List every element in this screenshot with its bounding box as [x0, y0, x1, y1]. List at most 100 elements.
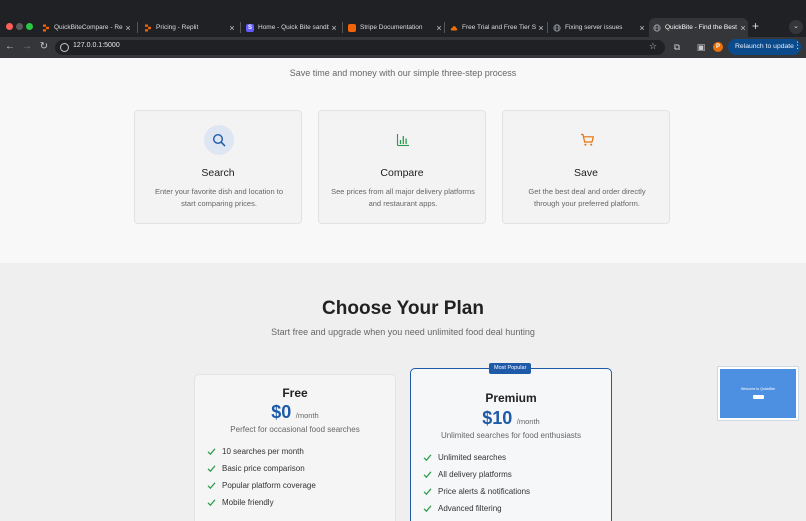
browser-toolbar: ← → ↻ 127.0.0.1:5000 ☆ ⧉ ▣: [0, 37, 806, 58]
thumbnail-content: Welcome to QuickBite: [720, 369, 796, 418]
extensions-icon[interactable]: ⧉: [671, 41, 683, 53]
tab-separator: [547, 22, 548, 33]
screen-preview-thumbnail[interactable]: Welcome to QuickBite: [717, 366, 799, 421]
cast-icon[interactable]: ▣: [695, 41, 707, 53]
tab-separator: [240, 22, 241, 33]
close-tab-icon[interactable]: ×: [738, 23, 748, 33]
close-tab-icon[interactable]: ×: [434, 23, 444, 33]
feature-label: Unlimited searches: [438, 453, 507, 462]
tab-separator: [444, 22, 445, 33]
relaunch-button[interactable]: Relaunch to update: [728, 39, 801, 55]
tab-title: Home - Quick Bite sandb: [258, 24, 329, 31]
close-tab-icon[interactable]: ×: [123, 23, 133, 33]
step-title: Search: [201, 167, 235, 179]
tab-title: QuickBiteCompare - Repli: [54, 24, 123, 31]
browser-tab[interactable]: Fixing server issues ×: [549, 18, 647, 37]
step-card-save: Save Get the best deal and order directl…: [502, 110, 670, 224]
close-tab-icon[interactable]: ×: [536, 23, 546, 33]
checkmark-icon: [207, 482, 216, 490]
price-amount: $10: [482, 408, 513, 428]
browser-tab[interactable]: Free Trial and Free Tier Se ×: [446, 18, 546, 37]
bar-chart-icon: [388, 125, 418, 155]
list-item: All delivery platforms: [423, 466, 530, 483]
plan-card-premium: Most Popular Premium $10 /month Unlimite…: [410, 363, 612, 521]
tab-title: Stripe Documentation: [360, 24, 423, 31]
checkmark-icon: [207, 448, 216, 456]
tab-search-button[interactable]: ⌄: [789, 20, 803, 34]
stripe-icon: S: [246, 23, 254, 32]
profile-avatar[interactable]: P: [713, 42, 723, 52]
globe-icon: [553, 23, 561, 32]
feature-label: Mobile friendly: [222, 498, 274, 507]
checkmark-icon: [207, 465, 216, 473]
list-item: Mobile friendly: [207, 494, 316, 511]
close-tab-icon[interactable]: ×: [227, 23, 237, 33]
tab-separator: [342, 22, 343, 33]
how-it-works-subtitle: Save time and money with our simple thre…: [289, 68, 517, 78]
new-tab-button[interactable]: +: [752, 19, 759, 33]
step-card-search: Search Enter your favorite dish and loca…: [134, 110, 302, 224]
browser-tab[interactable]: Pricing - Replit ×: [140, 18, 237, 37]
tab-separator: [137, 22, 138, 33]
close-tab-icon[interactable]: ×: [637, 23, 647, 33]
tab-title: Free Trial and Free Tier Se: [462, 24, 536, 31]
list-item: Popular platform coverage: [207, 477, 316, 494]
list-item: Advanced filtering: [423, 500, 530, 517]
feature-list: 10 searches per month Basic price compar…: [207, 443, 316, 511]
checkmark-icon: [207, 499, 216, 507]
plan-name: Free: [282, 386, 308, 400]
cart-icon: [572, 125, 602, 155]
checkmark-icon: [423, 488, 432, 496]
feature-list: Unlimited searches All delivery platform…: [423, 449, 530, 517]
step-card-compare: Compare See prices from all major delive…: [318, 110, 486, 224]
browser-tab[interactable]: QuickBiteCompare - Repli ×: [38, 18, 133, 37]
step-title: Compare: [380, 167, 424, 179]
close-window-button[interactable]: [6, 23, 13, 30]
pricing-section: Choose Your Plan Start free and upgrade …: [0, 263, 806, 521]
list-item: Basic price comparison: [207, 460, 316, 477]
thumbnail-title: Welcome to QuickBite: [740, 387, 776, 391]
price-amount: $0: [271, 402, 292, 422]
feature-label: Advanced filtering: [438, 504, 502, 513]
step-description: See prices from all major delivery platf…: [331, 187, 475, 208]
close-tab-icon[interactable]: ×: [329, 23, 339, 33]
feature-label: All delivery platforms: [438, 470, 512, 479]
tab-title: Pricing - Replit: [156, 24, 199, 31]
back-arrow-icon[interactable]: ←: [3, 40, 17, 54]
browser-tab-bar: QuickBiteCompare - Repli × Pricing - Rep…: [0, 0, 806, 37]
replit-icon: [144, 24, 152, 32]
most-popular-badge: Most Popular: [489, 363, 532, 374]
browser-tab[interactable]: S Home - Quick Bite sandb ×: [242, 18, 339, 37]
page-content: Save time and money with our simple thre…: [0, 58, 806, 521]
list-item: 10 searches per month: [207, 443, 316, 460]
plan-price: $0 /month: [195, 402, 395, 423]
checkmark-icon: [423, 505, 432, 513]
feature-label: Popular platform coverage: [222, 481, 316, 490]
more-menu-icon[interactable]: ⋮: [793, 40, 802, 51]
site-info-icon[interactable]: [60, 43, 69, 52]
tab-title: QuickBite - Find the Best D: [665, 24, 738, 31]
globe-icon: [653, 23, 661, 32]
search-icon: [204, 125, 234, 155]
stripe-docs-icon: [348, 23, 356, 32]
address-bar[interactable]: 127.0.0.1:5000 ☆: [55, 40, 665, 55]
plan-card-free: Free $0 /month Perfect for occasional fo…: [194, 374, 396, 521]
tab-title: Fixing server issues: [565, 24, 623, 31]
forward-arrow-icon[interactable]: →: [20, 40, 34, 54]
reload-icon[interactable]: ↻: [37, 40, 51, 54]
replit-icon: [42, 24, 50, 32]
cloud-icon: [450, 24, 458, 32]
plan-price: $10 /month: [411, 408, 611, 429]
browser-tab[interactable]: Stripe Documentation ×: [344, 18, 444, 37]
checkmark-icon: [423, 471, 432, 479]
price-period: /month: [516, 417, 540, 426]
address-url: 127.0.0.1:5000: [73, 42, 120, 49]
bookmark-star-icon[interactable]: ☆: [649, 41, 657, 52]
maximize-window-button[interactable]: [26, 23, 33, 30]
browser-tab-active[interactable]: QuickBite - Find the Best D ×: [649, 18, 748, 37]
plan-name: Premium: [485, 391, 537, 405]
feature-label: Price alerts & notifications: [438, 487, 531, 496]
list-item: Unlimited searches: [423, 449, 530, 466]
plan-description: Perfect for occasional food searches: [230, 425, 360, 434]
minimize-window-button[interactable]: [16, 23, 23, 30]
